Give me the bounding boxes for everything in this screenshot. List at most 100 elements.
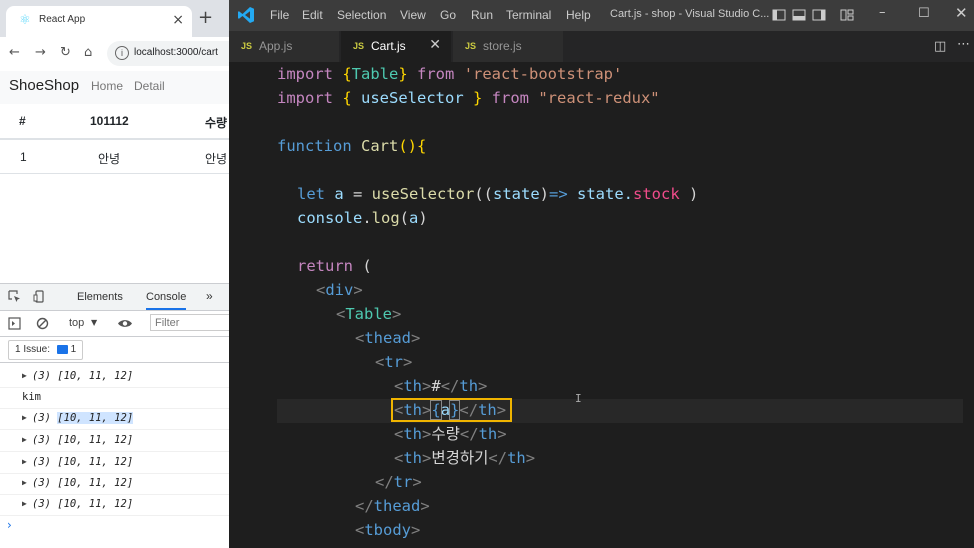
console-filterbar: top ▼ Filter: [0, 311, 229, 337]
console-line[interactable]: ▶ (3) [10, 11, 12]: [0, 430, 229, 452]
back-icon[interactable]: ←: [9, 45, 20, 61]
eye-icon[interactable]: [117, 318, 133, 329]
sidebar-toggle-icon[interactable]: [8, 317, 21, 330]
table-header-cell: 101112: [90, 114, 129, 128]
code-line: <tr>: [375, 353, 413, 371]
devtools-tab-elements[interactable]: Elements: [77, 291, 123, 303]
vscode-logo-icon: [238, 7, 254, 23]
menu-edit[interactable]: Edit: [302, 8, 323, 22]
code-line: function Cart(){: [277, 137, 427, 155]
close-tab-icon[interactable]: ✕: [429, 37, 441, 53]
editor-scrollbar[interactable]: [963, 62, 974, 548]
browser-tab-title: React App: [39, 14, 86, 25]
info-icon[interactable]: i: [115, 46, 129, 60]
expand-triangle-icon[interactable]: ▶: [22, 478, 27, 487]
table-cell: 안녕: [205, 152, 228, 166]
browser-tab[interactable]: ⚛ React App ×: [6, 6, 192, 37]
js-file-icon: JS: [241, 41, 253, 51]
menu-file[interactable]: File: [270, 8, 289, 22]
context-select[interactable]: top: [69, 317, 84, 329]
issues-count: 1: [70, 344, 77, 355]
code-line: import { useSelector } from "react-redux…: [277, 89, 660, 107]
expand-triangle-icon[interactable]: ▶: [22, 499, 27, 508]
menu-help[interactable]: Help: [566, 8, 591, 22]
issues-bar: 1 Issue: 1: [0, 337, 229, 363]
console-line[interactable]: ▶ (3) [10, 11, 12]: [0, 473, 229, 495]
issues-label: 1 Issue:: [15, 344, 51, 355]
tab-store-js[interactable]: JS store.js: [453, 31, 564, 62]
table-header-cell: 수량: [205, 116, 228, 130]
console-line[interactable]: ▶ (3) [10, 11, 12]: [0, 408, 229, 430]
issues-button[interactable]: 1 Issue: 1: [8, 340, 84, 360]
current-line-highlight: [277, 399, 974, 423]
mouse-ibeam-icon: I: [575, 392, 582, 405]
expand-triangle-icon[interactable]: ▶: [22, 457, 27, 466]
minimize-icon[interactable]: –: [879, 5, 886, 21]
tab-cart-js[interactable]: JS Cart.js ✕: [341, 31, 452, 62]
expand-triangle-icon[interactable]: ▶: [22, 435, 27, 444]
device-toggle-icon[interactable]: [33, 290, 46, 303]
more-actions-icon[interactable]: ⋯: [957, 37, 970, 52]
tab-label: Cart.js: [371, 39, 406, 53]
home-icon[interactable]: ⌂: [84, 45, 92, 61]
layout-right-icon[interactable]: [812, 8, 826, 22]
code-line: return (: [297, 257, 372, 275]
browser-window: ⚛ React App × + ← → ↻ ⌂ i localhost:3000…: [0, 0, 229, 548]
code-line: <div>: [316, 281, 363, 299]
split-editor-icon[interactable]: ◫: [934, 39, 946, 54]
devtools-panel: Elements Console » top ▼ Filter 1 Issue:…: [0, 283, 229, 548]
maximize-icon[interactable]: ☐: [918, 6, 930, 22]
menu-terminal[interactable]: Terminal: [506, 8, 551, 22]
tab-app-js[interactable]: JS App.js: [229, 31, 340, 62]
customize-layout-icon[interactable]: [840, 8, 854, 22]
code-line: <th>변경하기</th>: [394, 449, 536, 467]
code-line: <tbody>: [355, 521, 421, 539]
address-bar[interactable]: i localhost:3000/cart: [107, 41, 229, 66]
js-file-icon: JS: [353, 41, 365, 51]
menu-view[interactable]: View: [400, 8, 426, 22]
editor-tabbar: JS App.js JS Cart.js ✕ JS store.js ◫ ⋯: [229, 31, 974, 62]
devtools-tab-console[interactable]: Console: [146, 291, 187, 310]
new-tab-icon[interactable]: +: [198, 9, 213, 27]
code-editor[interactable]: import {Table} from 'react-bootstrap' im…: [229, 62, 974, 548]
code-line: import {Table} from 'react-bootstrap': [277, 65, 623, 83]
vscode-window: File Edit Selection View Go Run Terminal…: [229, 0, 974, 548]
menu-go[interactable]: Go: [440, 8, 456, 22]
message-icon: [56, 344, 68, 354]
js-file-icon: JS: [465, 41, 477, 51]
cursor-highlight-box: [391, 398, 512, 422]
chevron-down-icon[interactable]: ▼: [91, 318, 97, 327]
console-line: kim: [0, 387, 229, 409]
table-row: 1 안녕 안녕: [0, 140, 229, 174]
expand-triangle-icon[interactable]: ▶: [22, 413, 27, 422]
console-filter-input[interactable]: Filter: [150, 314, 229, 331]
code-line: </thead>: [355, 497, 430, 515]
devtools-tabbar: Elements Console »: [0, 284, 229, 311]
nav-link-detail[interactable]: Detail: [134, 79, 165, 93]
app-navbar: ShoeShop Home Detail: [0, 71, 229, 104]
more-tabs-icon[interactable]: »: [206, 289, 213, 303]
clear-console-icon[interactable]: [36, 317, 49, 330]
console-line[interactable]: ▶ (3) [10, 11, 12]: [0, 494, 229, 516]
console-prompt[interactable]: ›: [7, 518, 12, 532]
nav-link-home[interactable]: Home: [91, 79, 123, 93]
menu-run[interactable]: Run: [471, 8, 493, 22]
address-url: localhost:3000/cart: [134, 47, 218, 58]
layout-bottom-icon[interactable]: [792, 8, 806, 22]
code-line: <th>#</th>: [394, 377, 488, 395]
console-line[interactable]: ▶ (3) [10, 11, 12]: [0, 452, 229, 474]
browser-toolbar: ← → ↻ ⌂ i localhost:3000/cart: [0, 37, 229, 72]
layout-left-icon[interactable]: [772, 8, 786, 22]
code-line: let a = useSelector((state)=> state.stoc…: [297, 185, 699, 203]
menu-selection[interactable]: Selection: [337, 8, 386, 22]
code-line: <thead>: [355, 329, 421, 347]
inspect-icon[interactable]: [8, 290, 21, 303]
close-tab-icon[interactable]: ×: [172, 12, 184, 28]
navbar-brand[interactable]: ShoeShop: [9, 77, 79, 94]
console-line[interactable]: ▶ (3) [10, 11, 12]: [0, 366, 229, 388]
reload-icon[interactable]: ↻: [60, 45, 71, 61]
close-window-icon[interactable]: ✕: [955, 5, 968, 21]
forward-icon[interactable]: →: [35, 45, 46, 61]
vscode-titlebar: File Edit Selection View Go Run Terminal…: [229, 0, 974, 31]
expand-triangle-icon[interactable]: ▶: [22, 371, 27, 380]
